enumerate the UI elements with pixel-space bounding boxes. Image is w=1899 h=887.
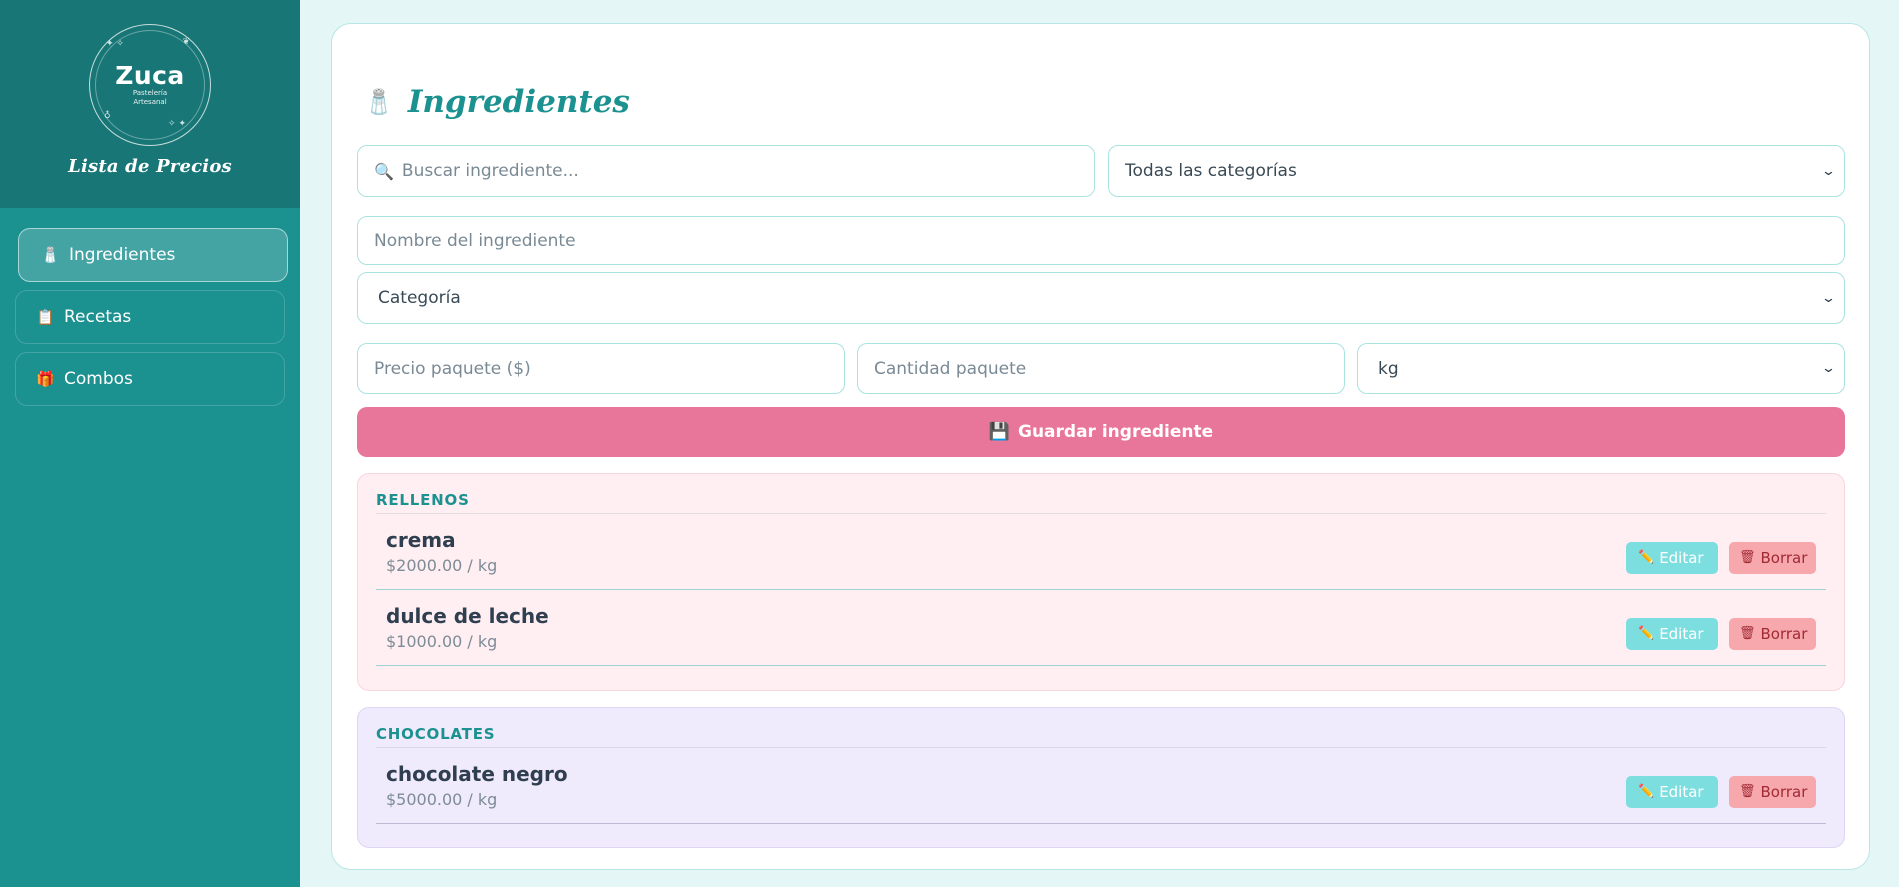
group-title: CHOCOLATES (376, 708, 1826, 748)
main-card: 🧂 Ingredientes 🔍 Buscar ingrediente... T… (331, 23, 1870, 870)
brand-tagline-1: Pastelería (132, 89, 168, 97)
search-placeholder: Buscar ingrediente... (401, 161, 579, 181)
category-select[interactable]: Categoría ⌄ (357, 272, 1845, 324)
sidebar-item-ingredientes[interactable]: 🧂 Ingredientes (18, 228, 288, 282)
sidebar-item-recetas[interactable]: 📋 Recetas (15, 290, 285, 344)
delete-button[interactable]: 🗑 Borrar (1729, 775, 1816, 808)
package-price-field[interactable]: Precio paquete ($) (357, 343, 845, 394)
salt-shaker-icon: 🧂 (41, 246, 60, 264)
package-price-placeholder: Precio paquete ($) (374, 358, 531, 379)
sidebar-item-combos[interactable]: 🎁 Combos (15, 352, 285, 406)
edit-button[interactable]: ✏️ Editar (1626, 775, 1718, 808)
chevron-down-icon: ⌄ (1820, 163, 1837, 179)
trash-icon: 🗑 (1739, 550, 1756, 565)
pencil-icon: ✏️ (1638, 784, 1655, 799)
pencil-icon: ✏️ (1638, 626, 1655, 641)
category-group-chocolates: CHOCOLATES chocolate negro $5000.00 / kg… (357, 707, 1845, 848)
delete-label: Borrar (1760, 548, 1808, 567)
sidebar-header: ✦ ✧ ❦ Zuca Pastelería Artesanal ♁ ✧ ✦ Li… (0, 0, 300, 208)
edit-label: Editar (1659, 624, 1704, 643)
edit-label: Editar (1659, 548, 1704, 567)
trash-icon: 🗑 (1739, 626, 1756, 641)
sidebar-nav: 🧂 Ingredientes 📋 Recetas 🎁 Combos (0, 208, 300, 406)
search-input[interactable]: 🔍 Buscar ingrediente... (357, 145, 1095, 197)
sidebar: ✦ ✧ ❦ Zuca Pastelería Artesanal ♁ ✧ ✦ Li… (0, 0, 300, 887)
pencil-icon: ✏️ (1638, 550, 1655, 565)
sidebar-subtitle: Lista de Precios (68, 156, 232, 177)
package-quantity-placeholder: Cantidad paquete (874, 358, 1027, 379)
delete-label: Borrar (1760, 624, 1808, 643)
category-filter-select[interactable]: Todas las categorías ⌄ (1108, 145, 1845, 197)
delete-button[interactable]: 🗑 Borrar (1729, 541, 1816, 574)
item-name: chocolate negro (386, 762, 568, 786)
category-select-value: Categoría (378, 288, 461, 308)
cake-icon: ❦ (182, 37, 190, 47)
item-actions: ✏️ Editar 🗑 Borrar (1626, 541, 1816, 574)
category-group-rellenos: RELLENOS crema $2000.00 / kg ✏️ Editar 🗑… (357, 473, 1845, 691)
floppy-disk-icon: 💾 (988, 422, 1010, 442)
search-icon: 🔍 (374, 161, 394, 181)
item-info: crema $2000.00 / kg (386, 528, 497, 575)
sidebar-item-label: Recetas (64, 307, 132, 327)
edit-button[interactable]: ✏️ Editar (1626, 617, 1718, 650)
gift-icon: 🎁 (36, 370, 55, 388)
list-item: chocolate negro $5000.00 / kg ✏️ Editar … (376, 748, 1826, 824)
ingredient-name-placeholder: Nombre del ingrediente (374, 230, 576, 251)
salt-shaker-icon: 🧂 (364, 88, 394, 116)
edit-button[interactable]: ✏️ Editar (1626, 541, 1718, 574)
unit-select[interactable]: kg ⌄ (1357, 343, 1845, 394)
group-title: RELLENOS (376, 474, 1826, 514)
list-item: crema $2000.00 / kg ✏️ Editar 🗑 Borrar (376, 514, 1826, 590)
page-header: 🧂 Ingredientes (364, 84, 630, 120)
sidebar-item-label: Ingredientes (69, 245, 176, 265)
notepad-icon: 📋 (36, 308, 55, 326)
category-filter-value: Todas las categorías (1125, 161, 1297, 181)
brand-tagline-2: Artesanal (133, 98, 167, 106)
edit-label: Editar (1659, 782, 1704, 801)
package-quantity-field[interactable]: Cantidad paquete (857, 343, 1345, 394)
list-item: dulce de leche $1000.00 / kg ✏️ Editar 🗑… (376, 590, 1826, 666)
item-actions: ✏️ Editar 🗑 Borrar (1626, 775, 1816, 808)
delete-button[interactable]: 🗑 Borrar (1729, 617, 1816, 650)
brand-logo: ✦ ✧ ❦ Zuca Pastelería Artesanal ♁ ✧ ✦ (89, 24, 211, 146)
sparkle-icon: ✦ ✧ (106, 39, 124, 49)
trash-icon: 🗑 (1739, 784, 1756, 799)
chevron-down-icon: ⌄ (1820, 290, 1837, 306)
brand-name: Zuca (115, 61, 185, 90)
item-info: chocolate negro $5000.00 / kg (386, 762, 568, 809)
sparkle-icon: ✧ ✦ (168, 119, 186, 129)
save-ingredient-label: Guardar ingrediente (1018, 422, 1214, 442)
save-ingredient-button[interactable]: 💾 Guardar ingrediente (357, 407, 1845, 457)
item-name: dulce de leche (386, 604, 549, 628)
page-title: Ingredientes (407, 84, 630, 120)
whisk-icon: ♁ (104, 111, 111, 121)
sidebar-item-label: Combos (64, 369, 133, 389)
item-info: dulce de leche $1000.00 / kg (386, 604, 549, 651)
chevron-down-icon: ⌄ (1820, 361, 1837, 376)
item-actions: ✏️ Editar 🗑 Borrar (1626, 617, 1816, 650)
item-name: crema (386, 528, 456, 552)
item-price: $1000.00 / kg (386, 632, 498, 651)
item-price: $2000.00 / kg (386, 556, 498, 575)
item-price: $5000.00 / kg (386, 790, 498, 809)
ingredient-name-field[interactable]: Nombre del ingrediente (357, 216, 1845, 265)
unit-select-value: kg (1378, 358, 1399, 379)
delete-label: Borrar (1760, 782, 1808, 801)
